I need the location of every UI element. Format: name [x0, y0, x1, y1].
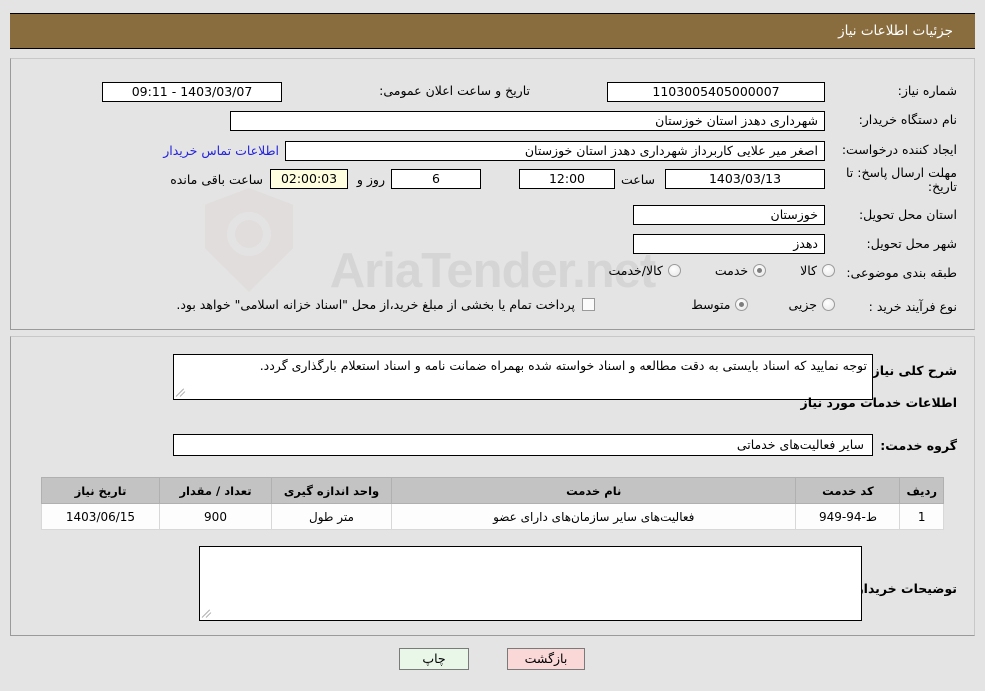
description-label: شرح کلی نیاز:: [867, 363, 957, 378]
page-root: جزئیات اطلاعات نیاز AriaTender.net شماره…: [0, 0, 985, 691]
cell-code: ط-94-949: [795, 503, 901, 530]
buyer-comments-label: توضیحات خریدار:: [851, 581, 957, 596]
service-group-value: سایر فعالیت‌های خدماتی: [173, 434, 873, 456]
radio-icon[interactable]: [667, 264, 681, 277]
column-header-quantity: تعداد / مقدار: [159, 477, 272, 504]
category-option-khedmat[interactable]: خدمت: [714, 263, 767, 278]
public-announce-row: تاریخ و ساعت اعلان عمومی:: [379, 83, 530, 98]
page-title: جزئیات اطلاعات نیاز: [838, 23, 953, 39]
purchase-type-option-label: جزیی: [788, 297, 817, 312]
cell-name: فعالیت‌های سایر سازمان‌های دارای عضو: [390, 503, 797, 530]
need-number-row: شماره نیاز:: [898, 83, 957, 98]
resize-grip-icon[interactable]: [175, 387, 187, 398]
purchase-type-row: نوع فرآیند خرید :: [869, 299, 957, 314]
services-table: ردیف کد خدمت نام خدمت واحد اندازه گیری ت…: [41, 477, 944, 530]
description-value: توجه نمایید که اسناد بایستی به دقت مطالع…: [173, 354, 873, 400]
purchase-type-label: نوع فرآیند خرید :: [868, 299, 957, 314]
deadline-row: مهلت ارسال پاسخ: تا تاریخ:: [837, 166, 957, 194]
radio-icon[interactable]: [753, 264, 767, 277]
buyer-org-value: شهرداری دهدز استان خوزستان: [230, 111, 825, 131]
deadline-time-value: 12:00: [519, 169, 615, 189]
table-header-row: ردیف کد خدمت نام خدمت واحد اندازه گیری ت…: [41, 477, 944, 504]
category-option-kala[interactable]: کالا: [800, 263, 835, 278]
category-radio-group: کالا خدمت کالا/خدمت: [608, 263, 835, 278]
column-header-unit: واحد اندازه گیری: [271, 477, 392, 504]
remaining-time-value: 02:00:03: [270, 169, 348, 189]
creator-label: ایجاد کننده درخواست:: [841, 142, 957, 157]
checkbox-icon[interactable]: [582, 298, 595, 311]
buyer-org-label: نام دستگاه خریدار:: [858, 112, 957, 127]
category-label: طبقه بندی موضوعی:: [846, 265, 957, 280]
city-label: شهر محل تحویل:: [866, 236, 957, 251]
radio-icon[interactable]: [822, 264, 835, 277]
days-label: روز و: [356, 172, 385, 187]
column-header-radif: ردیف: [899, 477, 944, 504]
category-option-label: کالا/خدمت: [608, 263, 663, 278]
buyer-contact-link[interactable]: اطلاعات تماس خریدار: [163, 143, 279, 158]
purchase-type-option-label: متوسط: [691, 297, 731, 312]
cell-radif: 1: [899, 503, 944, 530]
column-header-name: نام خدمت: [390, 477, 797, 504]
city-row: شهر محل تحویل:: [867, 236, 957, 251]
cell-need-date: 1403/06/15: [41, 503, 160, 530]
buyer-comments-value[interactable]: [199, 546, 862, 621]
table-row: 1 ط-94-949 فعالیت‌های سایر سازمان‌های دا…: [41, 503, 944, 530]
column-header-code: کد خدمت: [795, 477, 901, 504]
category-option-label: کالا: [800, 263, 817, 278]
need-number-label: شماره نیاز:: [897, 83, 957, 98]
need-number-value: 1103005405000007: [607, 82, 825, 102]
purchase-type-option-motavaset[interactable]: متوسط: [691, 297, 749, 312]
service-group-row: گروه خدمت:: [880, 438, 957, 453]
remaining-time-label: ساعت باقی مانده: [170, 172, 263, 187]
radio-icon[interactable]: [735, 298, 749, 311]
cell-unit: متر طول: [271, 503, 392, 530]
description-row: شرح کلی نیاز:: [868, 363, 957, 378]
description-text: توجه نمایید که اسناد بایستی به دقت مطالع…: [259, 358, 867, 373]
service-group-label: گروه خدمت:: [880, 438, 957, 453]
public-announce-label: تاریخ و ساعت اعلان عمومی:: [379, 83, 530, 98]
province-label: استان محل تحویل:: [858, 207, 957, 222]
print-button[interactable]: چاپ: [399, 648, 469, 670]
purchase-type-option-jozi[interactable]: جزیی: [788, 297, 835, 312]
purchase-type-radio-group: جزیی متوسط: [691, 297, 835, 312]
remaining-days-value: 6: [391, 169, 481, 189]
buyer-comments-row: توضیحات خریدار:: [851, 581, 957, 596]
deadline-date-value: 1403/03/13: [665, 169, 825, 189]
back-button[interactable]: بازگشت: [507, 648, 585, 670]
page-header: جزئیات اطلاعات نیاز: [10, 13, 975, 49]
city-value: دهدز: [633, 234, 825, 254]
province-value: خوزستان: [633, 205, 825, 225]
category-row: طبقه بندی موضوعی:: [846, 265, 957, 280]
treasury-checkbox-label: پرداخت تمام یا بخشی از مبلغ خرید،از محل …: [176, 297, 575, 312]
treasury-checkbox-row[interactable]: پرداخت تمام یا بخشی از مبلغ خرید،از محل …: [176, 297, 595, 312]
services-section-title: اطلاعات خدمات مورد نیاز: [800, 395, 958, 410]
category-option-label: خدمت: [714, 263, 749, 278]
radio-icon[interactable]: [822, 298, 835, 311]
buyer-org-row: نام دستگاه خریدار:: [859, 112, 957, 127]
cell-quantity: 900: [159, 503, 272, 530]
hour-label: ساعت: [620, 172, 655, 187]
province-row: استان محل تحویل:: [859, 207, 957, 222]
creator-value: اصغر میر علایی کاربرداز شهرداری دهدز است…: [285, 141, 825, 161]
column-header-need-date: تاریخ نیاز: [41, 477, 160, 504]
creator-row: ایجاد کننده درخواست:: [842, 142, 957, 157]
category-option-kala-khedmat[interactable]: کالا/خدمت: [608, 263, 681, 278]
resize-grip-icon[interactable]: [201, 608, 213, 619]
public-announce-value: 1403/03/07 - 09:11: [102, 82, 282, 102]
deadline-label: مهلت ارسال پاسخ: تا تاریخ:: [846, 165, 957, 194]
